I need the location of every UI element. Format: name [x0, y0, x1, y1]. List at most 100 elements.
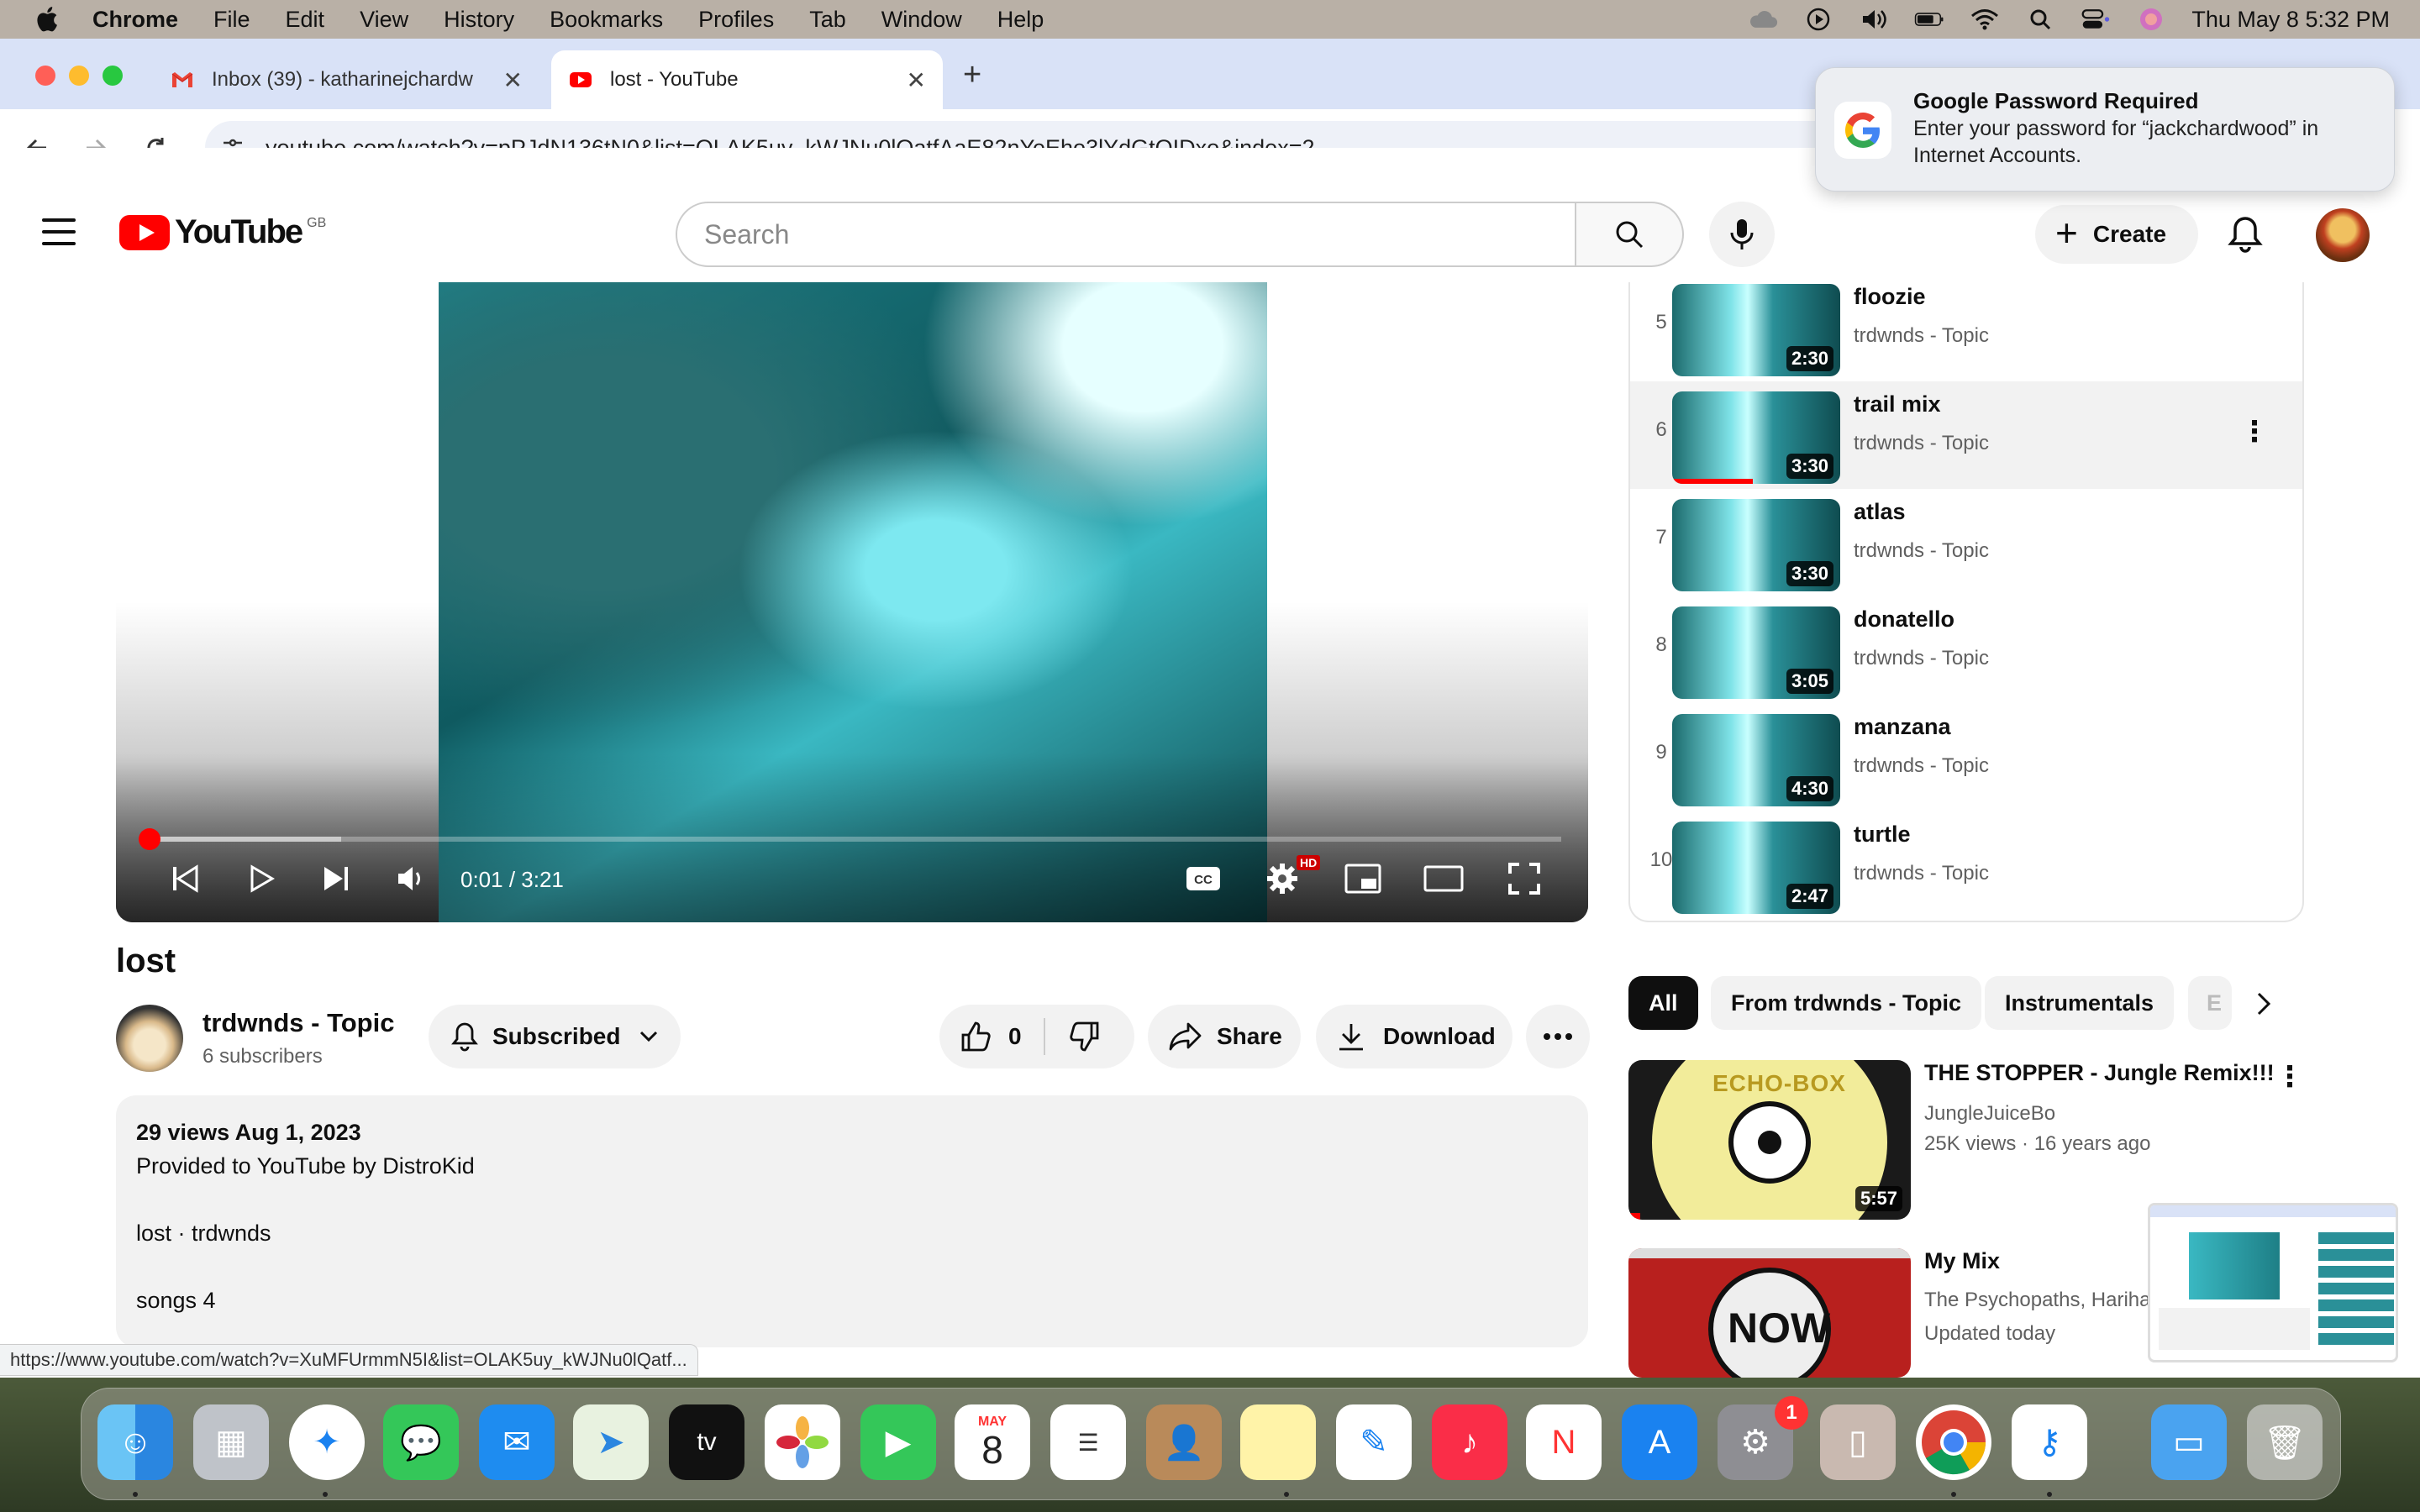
next-button[interactable] [314, 857, 358, 900]
download-button[interactable]: Download [1316, 1005, 1512, 1068]
siri-icon[interactable] [2136, 7, 2166, 32]
channel-avatar[interactable] [116, 1005, 183, 1072]
window-zoom-button[interactable] [103, 66, 123, 86]
account-avatar[interactable] [2316, 208, 2370, 262]
battery-icon[interactable] [1914, 7, 1944, 32]
maps-icon[interactable]: ➤ [573, 1404, 649, 1480]
playlist-item[interactable]: 5 2:30 floozie trdwnds - Topic [1630, 282, 2302, 381]
playlist-item-partial[interactable] [1630, 919, 2302, 921]
window-close-button[interactable] [35, 66, 55, 86]
playlist-thumbnail[interactable]: 4:30 [1672, 714, 1840, 806]
playlist-thumbnail[interactable]: 2:30 [1672, 284, 1840, 376]
chip-truncated[interactable]: E [2188, 976, 2232, 1030]
youtube-logo[interactable]: YouTube GB [119, 213, 326, 251]
tab-close-icon[interactable]: ✕ [503, 66, 523, 94]
spotlight-search-icon[interactable] [2025, 7, 2055, 32]
tab-youtube[interactable]: lost - YouTube ✕ [551, 50, 943, 109]
playlist-item[interactable]: 8 3:05 donatello trdwnds - Topic [1630, 596, 2302, 704]
playlist-title[interactable]: manzana [1854, 714, 1951, 740]
cloud-icon[interactable] [1748, 7, 1778, 32]
playlist-item[interactable]: 7 3:30 atlas trdwnds - Topic [1630, 489, 2302, 596]
passwords-icon[interactable]: ⚷ [2012, 1404, 2087, 1480]
finder-icon[interactable]: ☺ [97, 1404, 173, 1480]
video-player[interactable]: 0:01 / 3:21 CC HD [116, 282, 1588, 922]
password-notification[interactable]: Google Password Required Enter your pass… [1815, 67, 2395, 192]
recommendation-more-icon[interactable]: ⋮ [2275, 1060, 2304, 1094]
mail-icon[interactable]: ✉ [479, 1404, 555, 1480]
mute-button[interactable] [390, 857, 434, 900]
playlist-thumbnail[interactable]: 3:30 [1672, 499, 1840, 591]
playlist-title[interactable]: trail mix [1854, 391, 1941, 417]
chips-next-button[interactable] [2244, 983, 2286, 1025]
subscribed-button[interactable]: Subscribed [429, 1005, 681, 1068]
menu-edit[interactable]: Edit [286, 7, 325, 33]
playlist-thumbnail[interactable]: 3:30 [1672, 391, 1840, 484]
contacts-icon[interactable]: 👤 [1146, 1404, 1222, 1480]
like-button[interactable]: 0 [939, 1005, 1022, 1068]
freeform-icon[interactable]: ✎ [1336, 1404, 1412, 1480]
downloads-folder-icon[interactable]: ▭ [2151, 1404, 2227, 1480]
create-button[interactable]: + Create [2035, 205, 2198, 264]
menu-bookmarks[interactable]: Bookmarks [550, 7, 663, 33]
notifications-bell-icon[interactable] [2223, 213, 2267, 257]
playlist-title[interactable]: turtle [1854, 822, 1911, 848]
facetime-icon[interactable]: ▶ [860, 1404, 936, 1480]
chip-instrumentals[interactable]: Instrumentals [1985, 976, 2175, 1030]
recommendation-channel[interactable]: JungleJuiceBo [1924, 1102, 2055, 1126]
fullscreen-button[interactable] [1502, 857, 1546, 900]
menu-file[interactable]: File [213, 7, 250, 33]
control-center-icon[interactable] [2081, 7, 2111, 32]
tab-gmail[interactable]: Inbox (39) - katharinejchardw ✕ [153, 50, 539, 109]
recommendation-title[interactable]: My Mix [1924, 1248, 2000, 1274]
chrome-icon[interactable] [1916, 1404, 1991, 1480]
description-box[interactable]: 29 views Aug 1, 2023 Provided to YouTube… [116, 1095, 1588, 1347]
recommendation-item[interactable]: ECHO-BOX 5:57 THE STOPPER - Jungle Remix… [1628, 1060, 2385, 1220]
apple-tv-icon[interactable]: tv [669, 1404, 744, 1480]
more-actions-button[interactable] [1526, 1005, 1590, 1068]
miniplayer-button[interactable] [1341, 857, 1385, 900]
messages-icon[interactable]: 💬 [383, 1404, 459, 1480]
more-vertical-icon[interactable]: ⋮ [2240, 415, 2269, 449]
chip-all[interactable]: All [1628, 976, 1698, 1030]
playlist-thumbnail[interactable]: 3:05 [1672, 606, 1840, 699]
playlist-title[interactable]: floozie [1854, 284, 1926, 310]
dislike-button[interactable] [1045, 1005, 1101, 1068]
reminders-icon[interactable]: ☰ [1050, 1404, 1126, 1480]
photos-icon[interactable] [765, 1404, 840, 1480]
menubar-datetime[interactable]: Thu May 8 5:32 PM [2191, 7, 2390, 33]
playlist-item[interactable]: 9 4:30 manzana trdwnds - Topic [1630, 704, 2302, 811]
menu-window[interactable]: Window [881, 7, 962, 33]
calendar-icon[interactable]: MAY 8 [955, 1404, 1030, 1480]
captions-button[interactable]: CC [1181, 857, 1225, 900]
playlist-title[interactable]: donatello [1854, 606, 1954, 633]
playlist-title[interactable]: atlas [1854, 499, 1906, 525]
voice-search-button[interactable] [1709, 202, 1775, 267]
recommendation-title[interactable]: THE STOPPER - Jungle Remix!!! [1924, 1060, 2275, 1086]
menu-help[interactable]: Help [997, 7, 1044, 33]
news-icon[interactable]: N [1526, 1404, 1602, 1480]
menu-view[interactable]: View [360, 7, 408, 33]
launchpad-icon[interactable]: ▦ [193, 1404, 269, 1480]
playlist-thumbnail[interactable]: 2:47 [1672, 822, 1840, 914]
app-store-icon[interactable]: A [1622, 1404, 1697, 1480]
new-tab-button[interactable]: + [963, 57, 981, 93]
play-button[interactable] [239, 857, 282, 900]
wifi-icon[interactable] [1970, 7, 2000, 32]
playlist-item[interactable]: 6 3:30 trail mix trdwnds - Topic ⋮ [1630, 381, 2302, 489]
progress-bar[interactable] [139, 828, 1561, 850]
previous-button[interactable] [163, 857, 207, 900]
search-input[interactable]: Search [676, 202, 1576, 267]
share-button[interactable]: Share [1148, 1005, 1301, 1068]
recommendation-thumbnail[interactable]: ECHO-BOX 5:57 [1628, 1060, 1911, 1220]
screenshot-preview-thumbnail[interactable] [2148, 1203, 2398, 1362]
recommendation-thumbnail[interactable]: NOW [1628, 1248, 1911, 1378]
trash-icon[interactable]: 🗑 [2247, 1404, 2323, 1480]
window-minimize-button[interactable] [69, 66, 89, 86]
volume-icon[interactable] [1859, 7, 1889, 32]
guide-menu-icon[interactable] [42, 218, 76, 245]
theater-mode-button[interactable] [1422, 857, 1465, 900]
play-circle-icon[interactable] [1803, 7, 1833, 32]
chip-from-channel[interactable]: From trdwnds - Topic [1711, 976, 1981, 1030]
menu-profiles[interactable]: Profiles [698, 7, 774, 33]
apple-menu-icon[interactable] [32, 3, 64, 35]
